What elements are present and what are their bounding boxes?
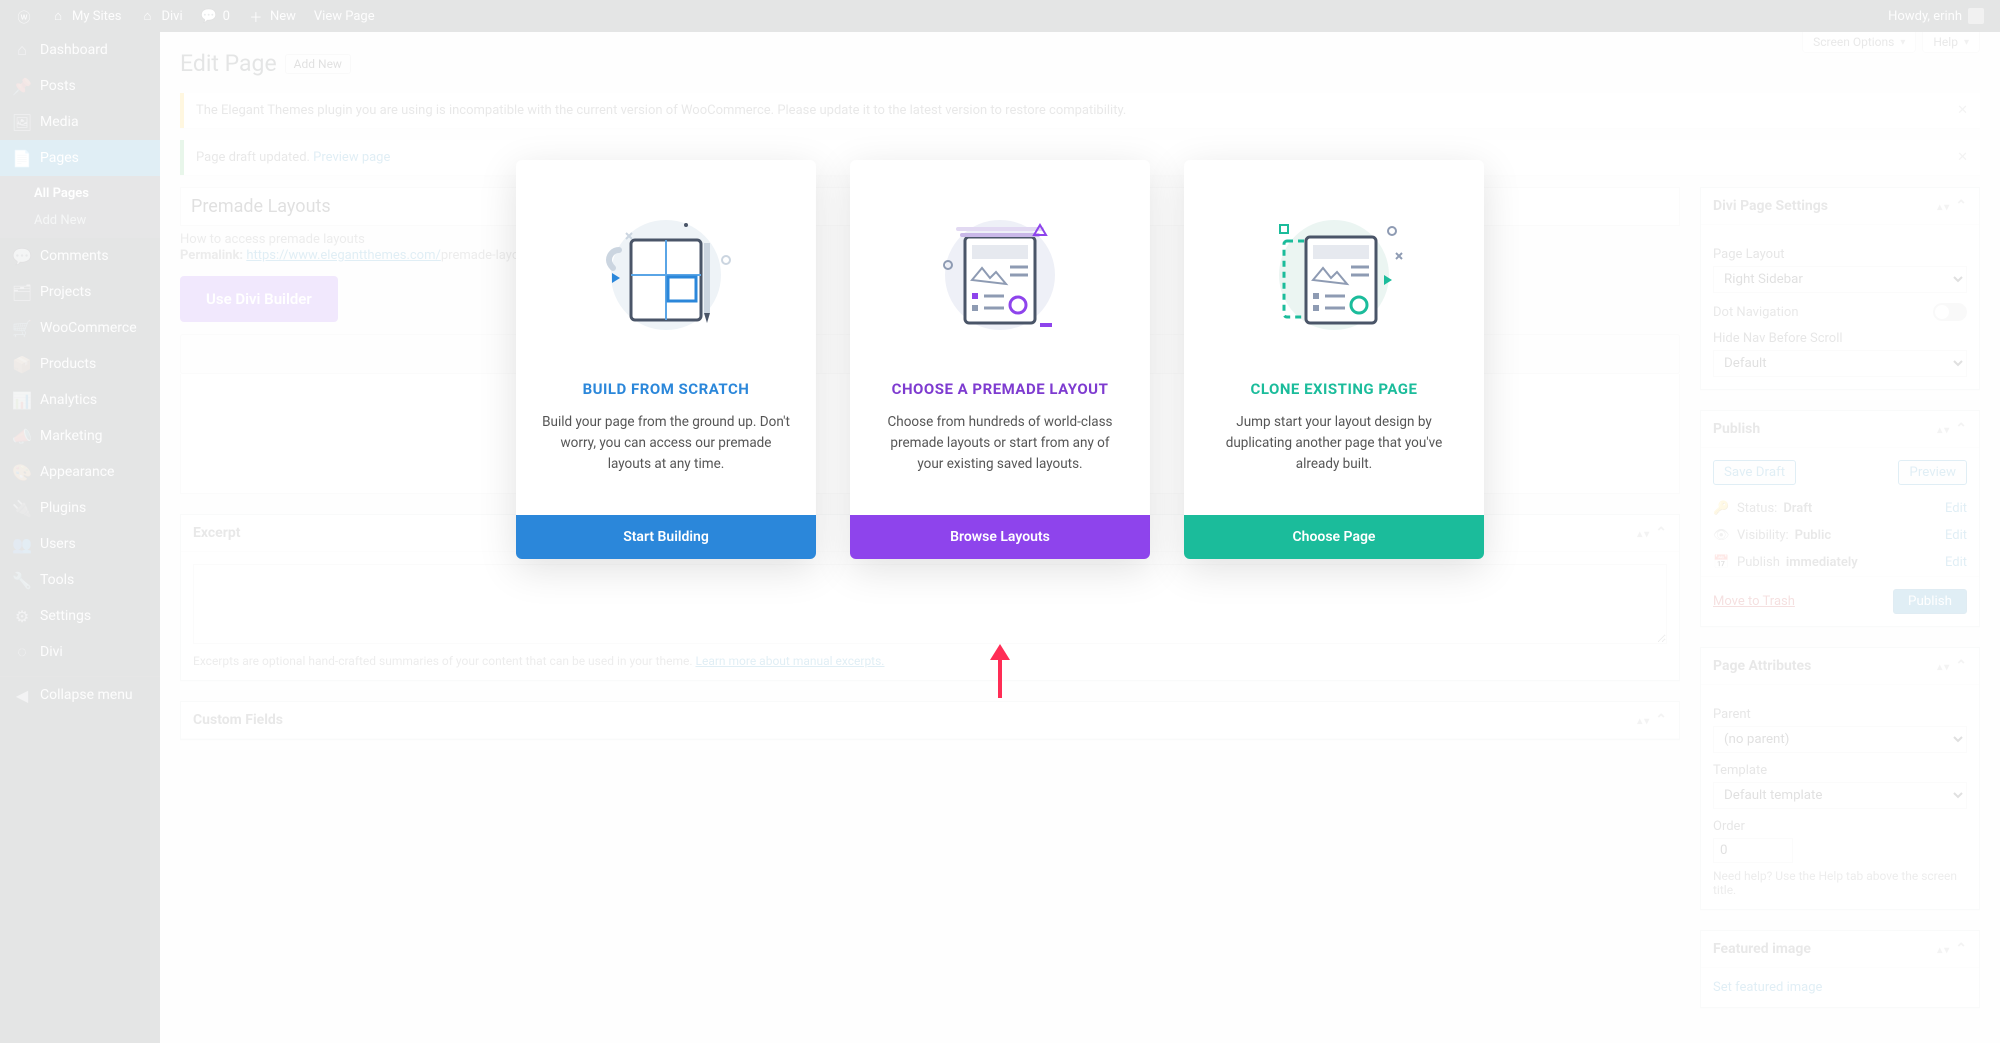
illustration-clone: [1210, 200, 1458, 350]
card-desc: Jump start your layout design by duplica…: [1210, 412, 1458, 475]
annotation-arrow: [980, 640, 1020, 704]
card-build-from-scratch: BUILD FROM SCRATCH Build your page from …: [516, 160, 816, 559]
card-clone-page: CLONE EXISTING PAGE Jump start your layo…: [1184, 160, 1484, 559]
choose-page-button[interactable]: Choose Page: [1184, 515, 1484, 559]
illustration-scratch: [542, 200, 790, 350]
card-title: CHOOSE A PREMADE LAYOUT: [876, 380, 1124, 398]
divi-start-overlay: BUILD FROM SCRATCH Build your page from …: [0, 0, 2000, 1043]
card-desc: Choose from hundreds of world-class prem…: [876, 412, 1124, 475]
browse-layouts-button[interactable]: Browse Layouts: [850, 515, 1150, 559]
illustration-premade: [876, 200, 1124, 350]
card-title: BUILD FROM SCRATCH: [542, 380, 790, 398]
divi-start-cards: BUILD FROM SCRATCH Build your page from …: [516, 160, 1484, 559]
card-title: CLONE EXISTING PAGE: [1210, 380, 1458, 398]
card-premade-layout: CHOOSE A PREMADE LAYOUT Choose from hund…: [850, 160, 1150, 559]
start-building-button[interactable]: Start Building: [516, 515, 816, 559]
card-desc: Build your page from the ground up. Don'…: [542, 412, 790, 475]
